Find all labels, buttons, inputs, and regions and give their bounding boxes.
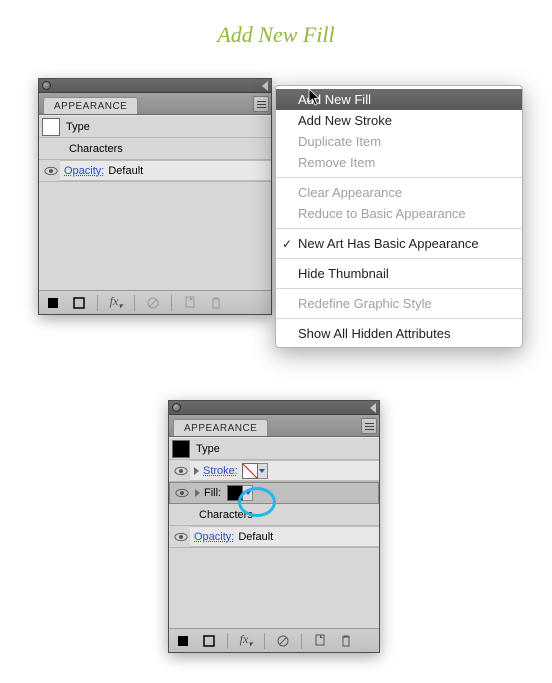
menu-reduce-basic: Reduce to Basic Appearance (276, 203, 522, 224)
appearance-panel-result: APPEARANCE Type Stroke: Fill: (168, 400, 380, 653)
opacity-label[interactable]: Opacity: (64, 165, 104, 177)
collapse-icon[interactable] (370, 403, 376, 413)
opacity-label[interactable]: Opacity: (194, 531, 234, 543)
disclosure-icon[interactable] (194, 467, 199, 475)
collapse-icon[interactable] (262, 81, 268, 91)
menu-new-art-basic[interactable]: New Art Has Basic Appearance (276, 233, 522, 254)
appearance-panel: APPEARANCE Type Characters Opacity: Defa… (38, 78, 272, 315)
type-label: Type (196, 443, 220, 455)
clear-appearance-icon[interactable] (275, 633, 291, 649)
fx-button[interactable]: fx▾ (238, 633, 254, 649)
row-characters[interactable]: Characters (169, 504, 379, 526)
panel-titlebar[interactable] (169, 401, 379, 415)
menu-separator (276, 177, 522, 178)
menu-separator (276, 228, 522, 229)
window-dot-icon[interactable] (42, 81, 51, 90)
menu-hide-thumbnail[interactable]: Hide Thumbnail (276, 263, 522, 284)
menu-redefine-style: Redefine Graphic Style (276, 293, 522, 314)
fill-label: Fill: (204, 487, 221, 499)
visibility-toggle[interactable] (172, 526, 190, 548)
menu-add-new-stroke[interactable]: Add New Stroke (276, 110, 522, 131)
new-stroke-icon[interactable] (71, 295, 87, 311)
duplicate-icon[interactable] (312, 633, 328, 649)
type-swatch[interactable] (42, 118, 60, 136)
stroke-label[interactable]: Stroke: (203, 465, 238, 477)
menu-clear-appearance: Clear Appearance (276, 182, 522, 203)
stroke-dropdown-icon[interactable] (258, 463, 268, 479)
clear-appearance-icon (145, 295, 161, 311)
menu-separator (276, 288, 522, 289)
panel-body: Type Stroke: Fill: Characters (169, 437, 379, 628)
row-characters[interactable]: Characters (39, 138, 271, 160)
row-type[interactable]: Type (169, 438, 379, 460)
menu-duplicate-item: Duplicate Item (276, 131, 522, 152)
visibility-toggle[interactable] (173, 482, 191, 504)
characters-label: Characters (199, 509, 253, 521)
menu-separator (276, 318, 522, 319)
row-opacity[interactable]: Opacity: Default (169, 526, 379, 548)
panel-tabs: APPEARANCE (169, 415, 379, 437)
panel-footer: fx▾ (39, 290, 271, 314)
tab-appearance[interactable]: APPEARANCE (173, 419, 268, 436)
tab-appearance[interactable]: APPEARANCE (43, 97, 138, 114)
row-stroke[interactable]: Stroke: (169, 460, 379, 482)
trash-icon[interactable] (338, 633, 354, 649)
disclosure-icon[interactable] (195, 489, 200, 497)
menu-add-new-fill[interactable]: Add New Fill (276, 89, 522, 110)
fill-dropdown-icon[interactable] (243, 485, 253, 501)
visibility-toggle[interactable] (172, 460, 190, 482)
trash-icon (208, 295, 224, 311)
panel-body: Type Characters Opacity: Default (39, 115, 271, 290)
panel-titlebar[interactable] (39, 79, 271, 93)
type-label: Type (66, 121, 90, 133)
characters-label: Characters (69, 143, 123, 155)
flyout-menu-button[interactable] (253, 96, 269, 112)
page-title: Add New Fill (0, 22, 552, 48)
opacity-value: Default (238, 531, 273, 543)
opacity-value: Default (108, 165, 143, 177)
new-stroke-icon[interactable] (201, 633, 217, 649)
menu-separator (276, 258, 522, 259)
window-dot-icon[interactable] (172, 403, 181, 412)
type-swatch[interactable] (172, 440, 190, 458)
panel-footer: fx▾ (169, 628, 379, 652)
new-fill-icon[interactable] (45, 295, 61, 311)
row-fill[interactable]: Fill: (169, 482, 379, 504)
fx-button[interactable]: fx▾ (108, 295, 124, 311)
appearance-flyout-menu: Add New Fill Add New Stroke Duplicate It… (275, 85, 523, 348)
flyout-menu-button[interactable] (361, 418, 377, 434)
row-opacity[interactable]: Opacity: Default (39, 160, 271, 182)
duplicate-icon (182, 295, 198, 311)
menu-show-hidden-attrs[interactable]: Show All Hidden Attributes (276, 323, 522, 344)
panel-tabs: APPEARANCE (39, 93, 271, 115)
visibility-toggle[interactable] (42, 160, 60, 182)
menu-remove-item: Remove Item (276, 152, 522, 173)
fill-swatch[interactable] (227, 485, 243, 501)
stroke-swatch[interactable] (242, 463, 258, 479)
row-type[interactable]: Type (39, 116, 271, 138)
new-fill-icon[interactable] (175, 633, 191, 649)
